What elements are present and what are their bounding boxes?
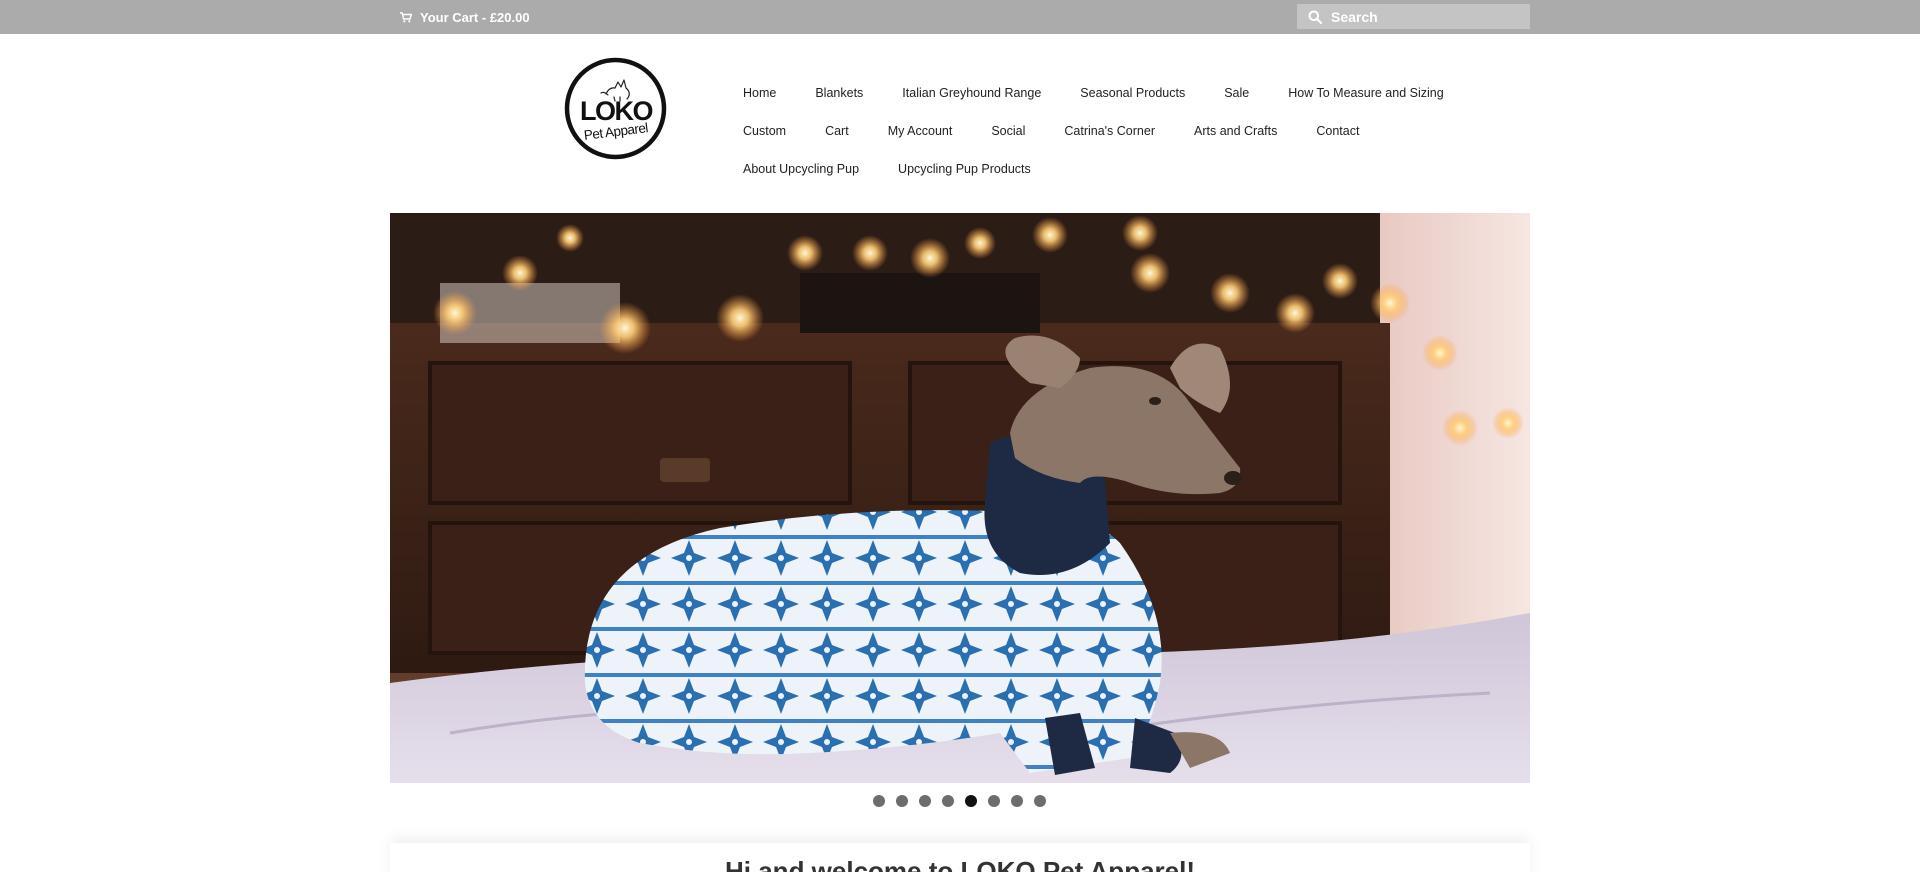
slider-dot-3[interactable] [919,795,931,807]
nav-row-1: Home Blankets Italian Greyhound Range Se… [743,80,1444,118]
slider-dot-6[interactable] [988,795,1000,807]
nav-item-contact[interactable]: Contact [1316,118,1359,144]
nav-item-seasonal-products[interactable]: Seasonal Products [1080,80,1185,106]
nav-item-how-to-measure[interactable]: How To Measure and Sizing [1288,80,1443,106]
main-nav: Home Blankets Italian Greyhound Range Se… [743,80,1444,194]
nav-item-upcycling-pup-products[interactable]: Upcycling Pup Products [898,156,1031,182]
nav-item-home[interactable]: Home [743,80,776,106]
nav-item-cart[interactable]: Cart [825,118,849,144]
hero-slider[interactable] [390,213,1530,783]
slider-dot-8[interactable] [1034,795,1046,807]
nav-item-my-account[interactable]: My Account [888,118,953,144]
hero-slide-image [390,213,1530,783]
welcome-heading: Hi and welcome to LOKO Pet Apparel! [725,856,1195,872]
slider-dot-5-active[interactable] [965,795,977,807]
slider-dot-1[interactable] [873,795,885,807]
slider-dot-4[interactable] [942,795,954,807]
search-icon [1308,10,1322,24]
nav-item-sale[interactable]: Sale [1224,80,1249,106]
nav-item-custom[interactable]: Custom [743,118,786,144]
slider-pagination [873,795,1046,807]
nav-item-italian-greyhound-range[interactable]: Italian Greyhound Range [902,80,1041,106]
cart-label: Your Cart - £20.00 [420,9,530,25]
cart-link[interactable]: Your Cart - £20.00 [400,8,530,26]
cart-icon [400,11,412,22]
site-logo[interactable]: LOKO Pet Apparel [564,57,667,160]
search-box[interactable] [1297,4,1530,29]
nav-row-3: About Upcycling Pup Upcycling Pup Produc… [743,156,1443,194]
nav-item-arts-and-crafts[interactable]: Arts and Crafts [1194,118,1277,144]
nav-item-catrinas-corner[interactable]: Catrina's Corner [1064,118,1155,144]
nav-item-social[interactable]: Social [991,118,1025,144]
slider-dot-2[interactable] [896,795,908,807]
top-bar: Your Cart - £20.00 [0,0,1920,34]
nav-item-blankets[interactable]: Blankets [815,80,863,106]
search-input[interactable] [1331,5,1521,28]
nav-item-about-upcycling-pup[interactable]: About Upcycling Pup [743,156,859,182]
nav-row-2: Custom Cart My Account Social Catrina's … [743,118,1443,156]
slider-dot-7[interactable] [1011,795,1023,807]
